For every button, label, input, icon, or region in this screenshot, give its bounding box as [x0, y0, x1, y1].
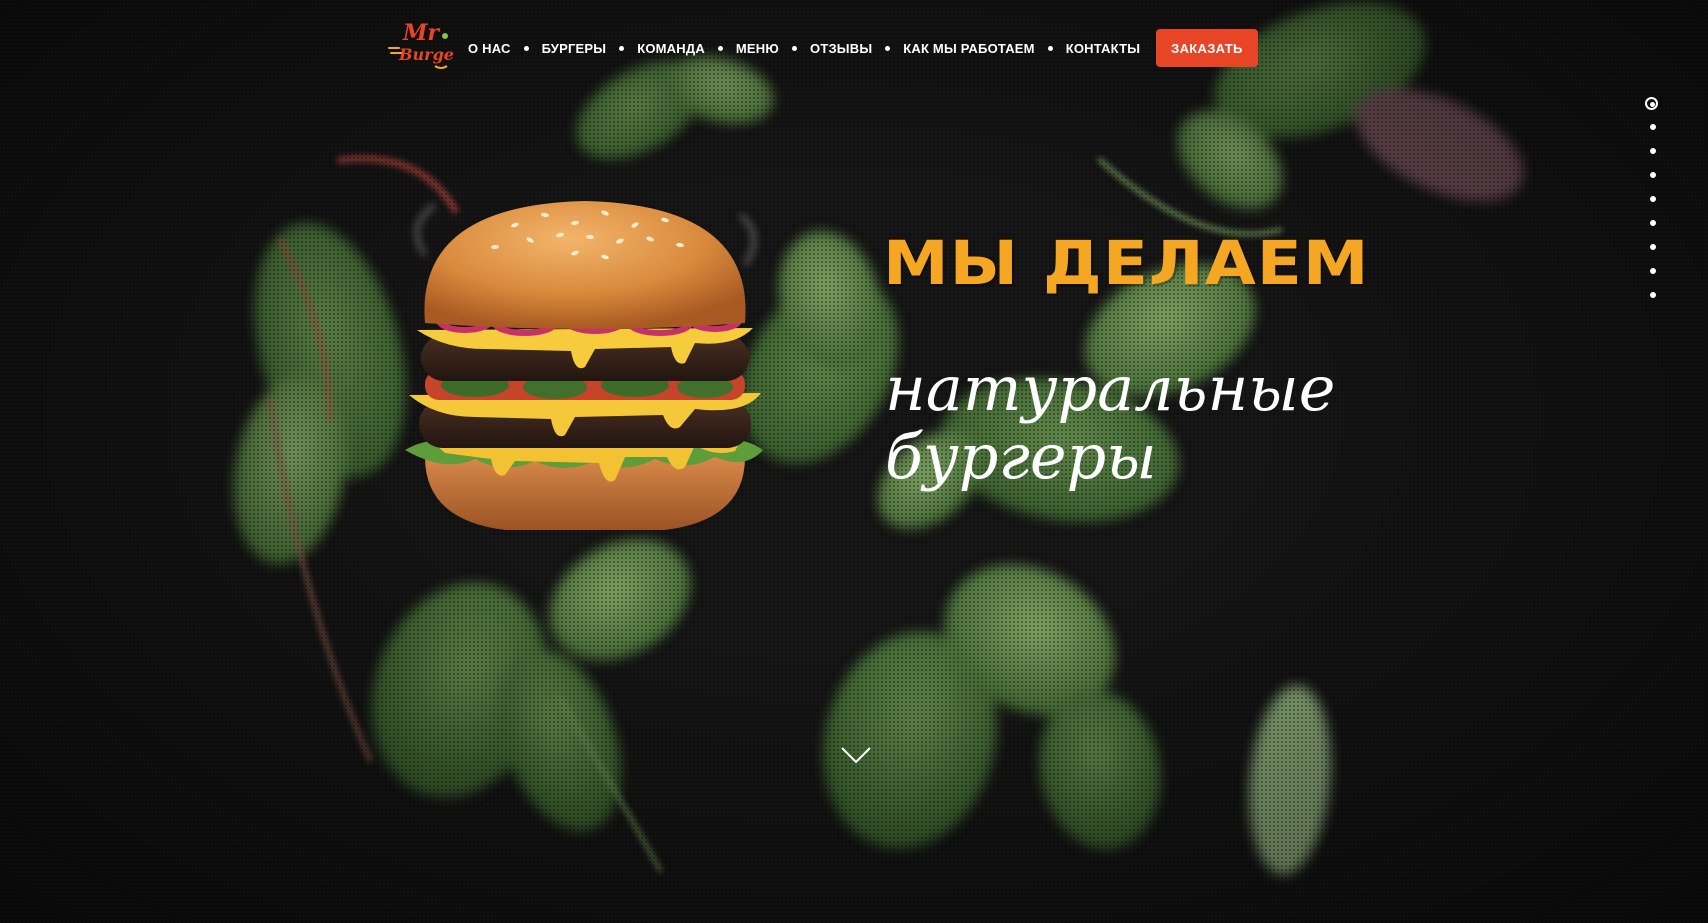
nav-item-how-we-work[interactable]: КАК МЫ РАБОТАЕМ: [903, 41, 1034, 56]
nav-item-burgers[interactable]: БУРГЕРЫ: [542, 41, 607, 56]
pager-dot[interactable]: [1650, 292, 1656, 298]
nav-separator: [1047, 45, 1053, 51]
logo-text-bottom: Burger: [398, 45, 455, 64]
pager-dot[interactable]: [1650, 172, 1656, 178]
nav-item-menu[interactable]: МЕНЮ: [736, 41, 779, 56]
nav-item-reviews[interactable]: ОТЗЫВЫ: [810, 41, 872, 56]
hero-subline-line-1: натуральные: [885, 352, 1336, 425]
pager-dot[interactable]: [1650, 268, 1656, 274]
pager-dot[interactable]: [1650, 196, 1656, 202]
nav-item-contacts[interactable]: КОНТАКТЫ: [1066, 41, 1140, 56]
nav-separator: [619, 45, 625, 51]
pager-dot[interactable]: [1650, 244, 1656, 250]
hero-subline-line-2: бургеры: [885, 420, 1157, 493]
pager-dot[interactable]: [1650, 148, 1656, 154]
logo-text-top: Mr: [402, 20, 440, 46]
pager-dot-active[interactable]: [1645, 97, 1658, 110]
nav-item-about[interactable]: О НАС: [468, 41, 511, 56]
burger-image: [405, 201, 763, 530]
nav-item-team[interactable]: КОМАНДА: [637, 41, 705, 56]
chevron-down-icon[interactable]: [840, 744, 872, 766]
nav-separator: [792, 45, 798, 51]
site-header: Mr Burger О НАС БУРГЕРЫ КОМАНДА МЕНЮ ОТЗ…: [0, 0, 1708, 95]
nav-separator: [717, 45, 723, 51]
nav-separator: [523, 45, 529, 51]
hero-subline: натуральные бургеры: [885, 355, 1335, 491]
pager-dot[interactable]: [1650, 124, 1656, 130]
hero-background: [0, 0, 1708, 923]
order-button[interactable]: ЗАКАЗАТЬ: [1156, 29, 1258, 67]
hero-headline: МЫ ДЕЛАЕМ: [883, 228, 1370, 299]
pager-dot[interactable]: [1650, 220, 1656, 226]
nav-separator: [885, 45, 891, 51]
burger-logo-icon[interactable]: Mr Burger: [387, 18, 455, 76]
main-nav: О НАС БУРГЕРЫ КОМАНДА МЕНЮ ОТЗЫВЫ КАК МЫ…: [468, 29, 1258, 67]
